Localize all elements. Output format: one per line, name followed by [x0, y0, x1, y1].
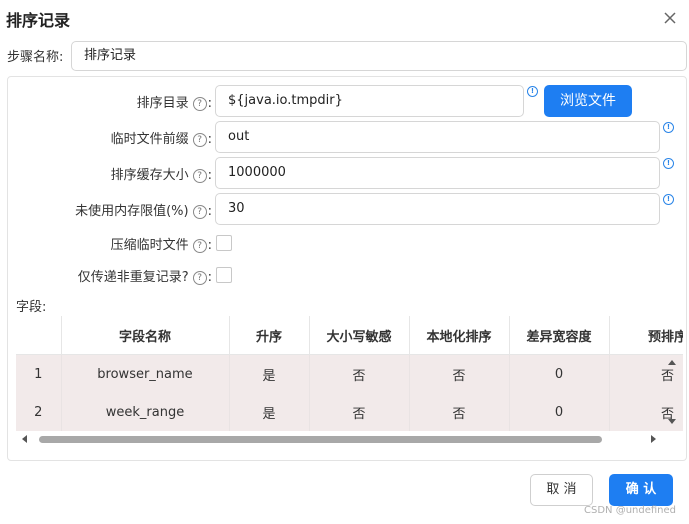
column-header[interactable]: 字段名称	[61, 316, 230, 355]
row-number: 1	[16, 354, 62, 393]
unique-checkbox[interactable]	[216, 267, 232, 283]
temp-prefix-label: 临时文件前缀?:	[110, 132, 212, 147]
table-cell[interactable]: 0	[509, 354, 610, 393]
step-name-label: 步骤名称:	[7, 50, 64, 65]
column-header[interactable]: 差异宽容度	[509, 316, 610, 355]
cache-size-input[interactable]: 1000000	[215, 157, 660, 189]
help-icon[interactable]: ?	[192, 271, 207, 285]
watermark: CSDN @undefined	[584, 505, 677, 516]
temp-prefix-input[interactable]: out	[215, 121, 660, 153]
vertical-scrollbar[interactable]	[665, 356, 679, 430]
help-icon[interactable]: ?	[192, 133, 207, 147]
table-cell[interactable]: 否	[309, 354, 410, 393]
step-name-input[interactable]: 排序记录	[71, 41, 687, 71]
table-cell[interactable]: browser_name	[61, 354, 230, 393]
fields-table: 字段名称 升序 大小写敏感 本地化排序 差异宽容度 预排序 1 browser_…	[16, 316, 683, 446]
scroll-left-icon[interactable]	[20, 434, 30, 444]
sort-dir-input[interactable]: ${java.io.tmpdir}	[215, 85, 524, 117]
table-cell[interactable]: 是	[229, 393, 310, 431]
help-icon[interactable]: ?	[192, 169, 207, 183]
table-header-row: 字段名称 升序 大小写敏感 本地化排序 差异宽容度 预排序	[16, 316, 683, 355]
table-cell[interactable]: 0	[509, 393, 610, 431]
help-icon[interactable]: ?	[192, 97, 207, 111]
table-cell[interactable]: 否	[409, 393, 510, 431]
column-header[interactable]: 本地化排序	[409, 316, 510, 355]
compress-checkbox[interactable]	[216, 235, 232, 251]
scroll-right-icon[interactable]	[648, 434, 658, 444]
sort-dir-label: 排序目录?:	[136, 96, 212, 111]
column-header[interactable]	[16, 316, 62, 355]
help-icon[interactable]: ?	[192, 205, 207, 219]
help-icon[interactable]: ?	[192, 239, 207, 253]
free-mem-label: 未使用内存限值(%)?:	[75, 204, 212, 219]
scroll-down-icon	[668, 419, 676, 424]
table-row[interactable]: 2 week_range 是 否 否 0 否	[16, 393, 683, 431]
info-icon: !	[527, 86, 538, 97]
compress-label: 压缩临时文件?:	[110, 238, 212, 253]
browse-files-button[interactable]: 浏览文件	[544, 85, 632, 117]
free-mem-input[interactable]: 30	[215, 193, 660, 225]
row-number: 2	[16, 393, 62, 431]
cache-size-label: 排序缓存大小?:	[110, 168, 212, 183]
confirm-button[interactable]: 确 认	[609, 474, 673, 506]
table-cell[interactable]: 否	[409, 354, 510, 393]
scroll-up-icon	[668, 360, 676, 365]
cancel-button[interactable]: 取 消	[530, 474, 593, 506]
scroll-thumb[interactable]	[39, 436, 602, 443]
info-icon: !	[663, 194, 674, 205]
dialog-title: 排序记录	[6, 11, 71, 30]
fields-label: 字段:	[16, 300, 47, 315]
column-header[interactable]: 大小写敏感	[309, 316, 410, 355]
table-row[interactable]: 1 browser_name 是 否 否 0 否	[16, 354, 683, 393]
table-cell[interactable]: week_range	[61, 393, 230, 431]
table-cell[interactable]: 是	[229, 354, 310, 393]
info-icon: !	[663, 122, 674, 133]
unique-label: 仅传递非重复记录??:	[77, 270, 212, 285]
table-cell[interactable]: 否	[309, 393, 410, 431]
horizontal-scrollbar[interactable]	[20, 432, 660, 446]
info-icon: !	[663, 158, 674, 169]
column-header[interactable]: 预排序	[609, 316, 683, 355]
close-icon[interactable]	[660, 8, 680, 28]
column-header[interactable]: 升序	[229, 316, 310, 355]
